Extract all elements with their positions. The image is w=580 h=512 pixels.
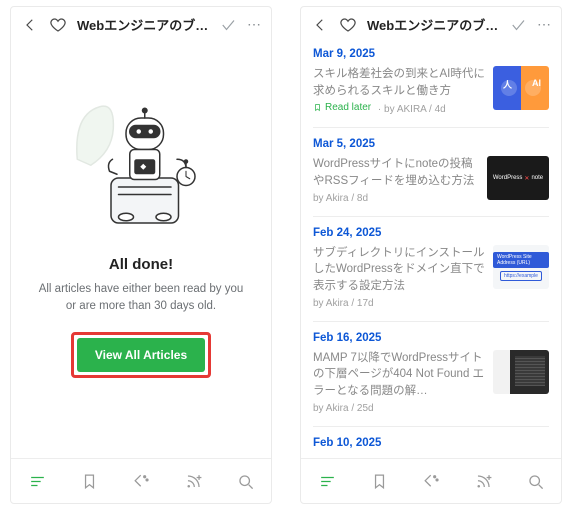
- list-item[interactable]: スキル格差社会の到来とAI時代に求められるスキルと働き方 Read later …: [313, 66, 549, 115]
- thumbnail: WordPress✕note: [487, 156, 549, 200]
- header: Webエンジニアのブログ ⋯: [301, 7, 561, 40]
- heart-icon[interactable]: [49, 16, 67, 34]
- nav-feed-icon[interactable]: [317, 471, 337, 491]
- more-icon[interactable]: ⋯: [537, 16, 551, 33]
- bottom-nav: [11, 458, 271, 503]
- article-title: WordPressサイトにnoteの投稿やRSSフィードを埋め込む方法: [313, 156, 479, 189]
- date-header: Feb 24, 2025: [313, 216, 549, 239]
- article-title: サブディレクトリにインストールしたWordPressをドメイン直下で表示する設定…: [313, 245, 485, 295]
- article-meta: Read later · by AKIRA / 4d: [313, 102, 485, 115]
- robot-illustration: [66, 88, 216, 238]
- article-meta: by Akira / 25d: [313, 403, 485, 414]
- list-item[interactable]: サブディレクトリにインストールしたWordPressをドメイン直下で表示する設定…: [313, 245, 549, 309]
- date-header: Mar 9, 2025: [313, 44, 549, 60]
- date-header: Feb 10, 2025: [313, 426, 549, 449]
- nav-explore-icon[interactable]: [421, 471, 441, 491]
- article-meta: by Akira / 17d: [313, 298, 485, 309]
- empty-subtext: All articles have either been read by yo…: [25, 281, 257, 316]
- more-icon[interactable]: ⋯: [247, 16, 261, 33]
- thumbnail: [493, 350, 549, 394]
- nav-search-icon[interactable]: [235, 471, 255, 491]
- article-meta: by Akira / 8d: [313, 193, 479, 204]
- back-icon[interactable]: [311, 16, 329, 34]
- empty-heading: All done!: [109, 256, 173, 273]
- feed-title: Webエンジニアのブログ: [77, 15, 209, 34]
- nav-bookmark-icon[interactable]: [369, 471, 389, 491]
- thumbnail: 人AI: [493, 66, 549, 110]
- heart-icon[interactable]: [339, 16, 357, 34]
- nav-add-feed-icon[interactable]: [473, 471, 493, 491]
- back-icon[interactable]: [21, 16, 39, 34]
- list-item[interactable]: MAMP 7以降でWordPressサイトの下層ページが404 Not Foun…: [313, 350, 549, 414]
- thumbnail: WordPress Site Address (URL)https://exam…: [493, 245, 549, 289]
- mark-read-icon[interactable]: [219, 16, 237, 34]
- nav-explore-icon[interactable]: [131, 471, 151, 491]
- mark-read-icon[interactable]: [509, 16, 527, 34]
- screen-article-list: Webエンジニアのブログ ⋯ Mar 9, 2025 スキル格差社会の到来とAI…: [300, 6, 562, 504]
- article-title: MAMP 7以降でWordPressサイトの下層ページが404 Not Foun…: [313, 350, 485, 400]
- header: Webエンジニアのブログ ⋯: [11, 7, 271, 40]
- nav-feed-icon[interactable]: [27, 471, 47, 491]
- bottom-nav: [301, 458, 561, 503]
- article-list[interactable]: Mar 9, 2025 スキル格差社会の到来とAI時代に求められるスキルと働き方…: [301, 40, 561, 458]
- date-header: Mar 5, 2025: [313, 127, 549, 150]
- article-title: スキル格差社会の到来とAI時代に求められるスキルと働き方: [313, 66, 485, 99]
- read-later-tag[interactable]: Read later: [313, 102, 371, 113]
- nav-add-feed-icon[interactable]: [183, 471, 203, 491]
- list-item[interactable]: WordPressサイトにnoteの投稿やRSSフィードを埋め込む方法 by A…: [313, 156, 549, 203]
- empty-state: All done! All articles have either been …: [11, 40, 271, 458]
- nav-search-icon[interactable]: [525, 471, 545, 491]
- view-all-button[interactable]: View All Articles: [77, 338, 205, 372]
- screen-empty-state: Webエンジニアのブログ ⋯: [10, 6, 272, 504]
- highlight-box: View All Articles: [71, 332, 211, 378]
- nav-bookmark-icon[interactable]: [79, 471, 99, 491]
- feed-title: Webエンジニアのブログ: [367, 15, 499, 34]
- date-header: Feb 16, 2025: [313, 321, 549, 344]
